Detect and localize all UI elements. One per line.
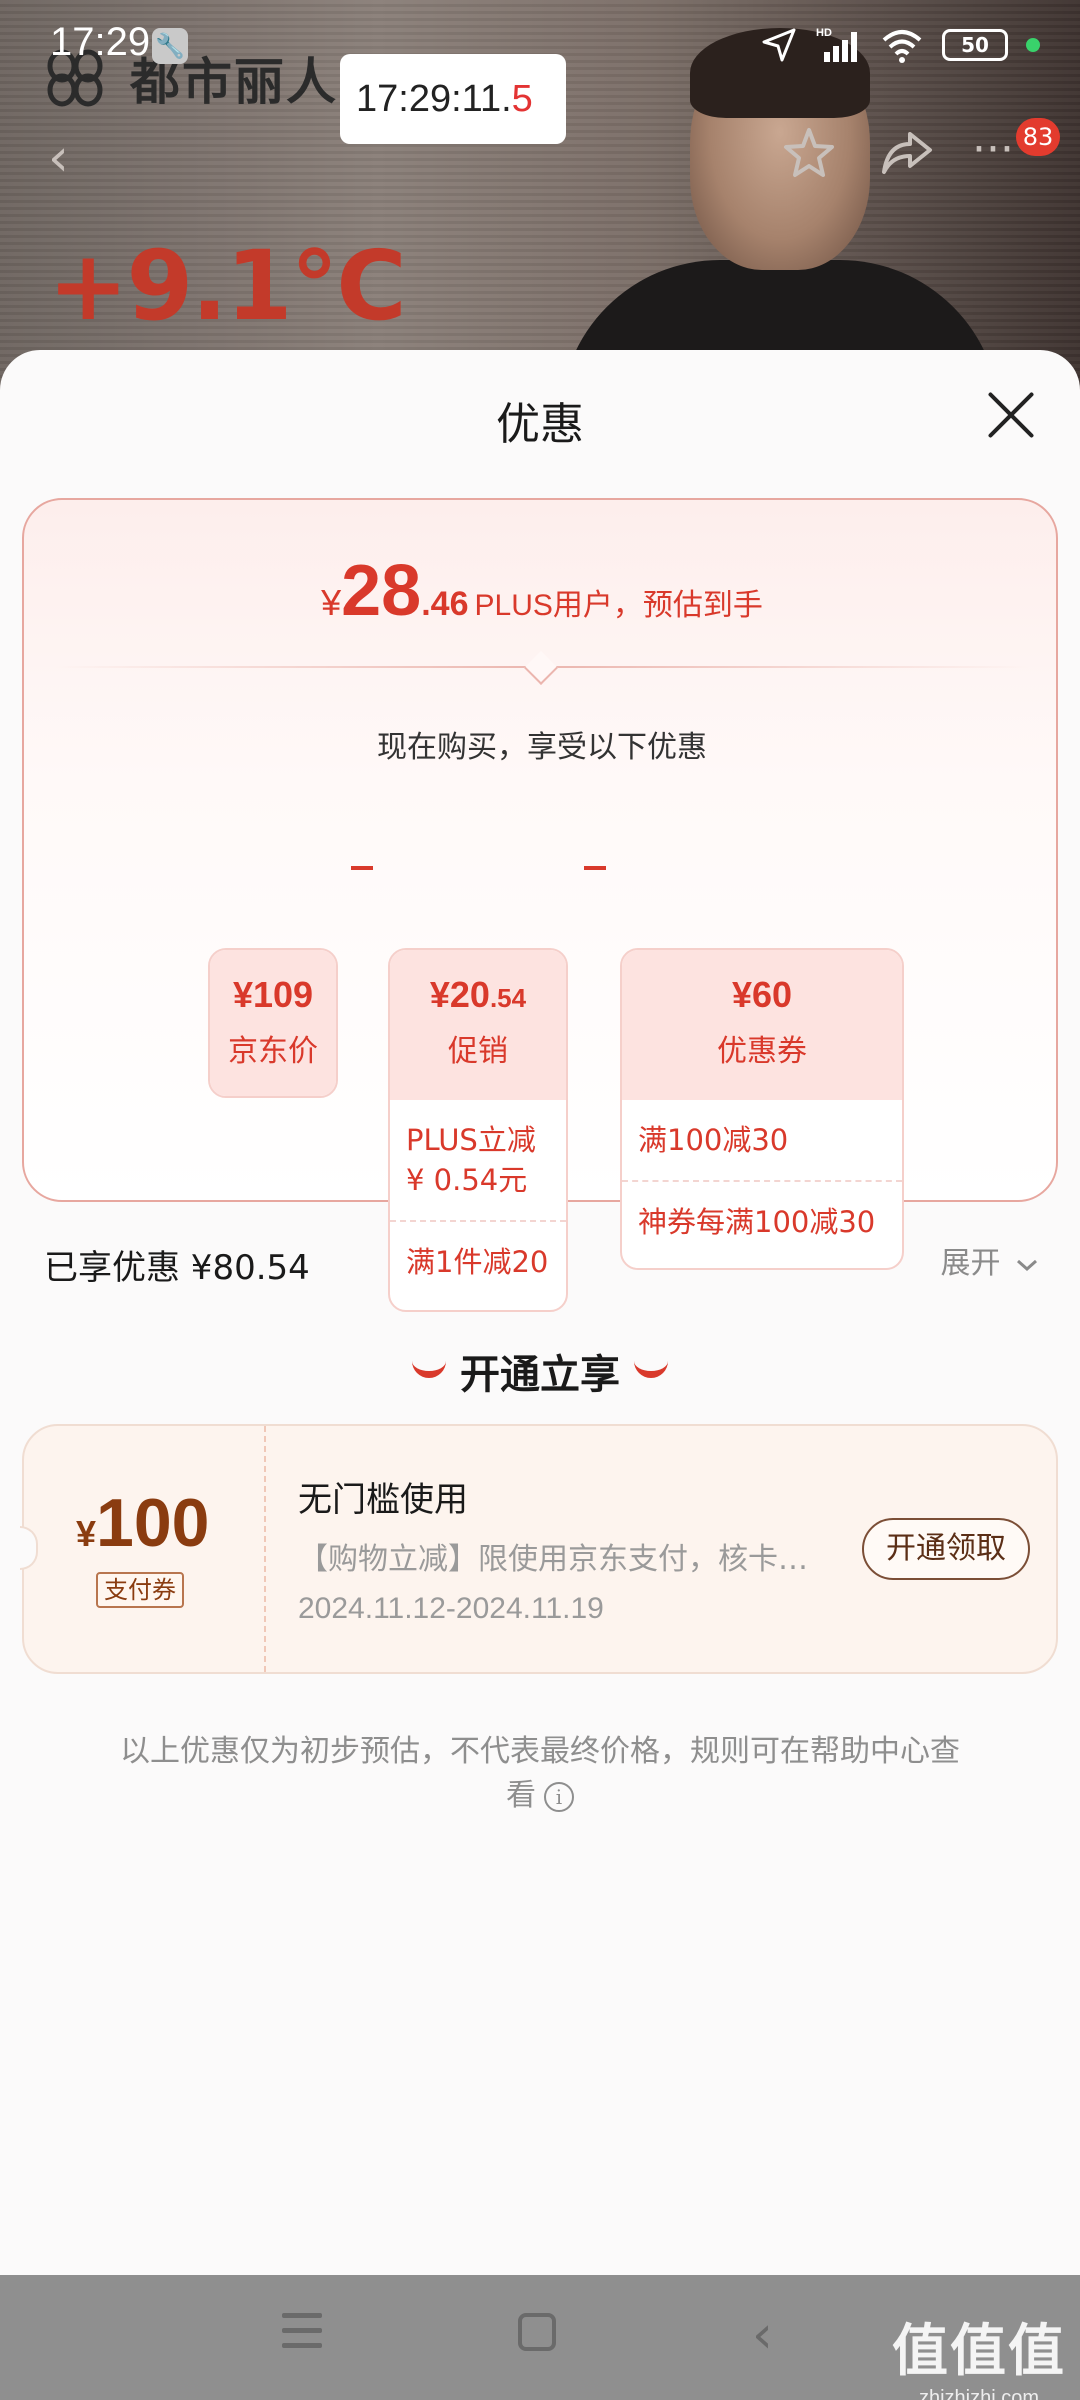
jd-price-box: ¥109 京东价: [208, 948, 338, 1098]
wrench-icon: 🔧: [152, 28, 188, 64]
status-time: 17:29: [50, 20, 151, 64]
system-back-button[interactable]: ‹: [752, 2305, 773, 2365]
more-menu-icon[interactable]: ···: [972, 124, 1014, 175]
watermark-url: zhizhizhi.com: [918, 2387, 1040, 2400]
activate-claim-button[interactable]: 开通领取: [862, 1518, 1030, 1580]
expand-label: 展开: [940, 1246, 1001, 1281]
expand-toggle[interactable]: 展开: [940, 1238, 1040, 1282]
time-overlay-main: 17:29:11.: [356, 78, 512, 120]
membership-coupon-card: ¥100 支付券 无门槛使用 【购物立减】限使用京东支付，核卡… 2024.11…: [20, 1424, 1058, 1674]
time-overlay: 17:29:11.5: [340, 54, 566, 144]
battery-indicator: 50: [942, 29, 1008, 61]
info-icon[interactable]: i: [544, 1781, 574, 1812]
promo-item: 满1件减20: [390, 1220, 566, 1302]
status-icons: HD 50: [760, 26, 1040, 64]
coupon-currency: ¥: [76, 1513, 97, 1554]
price-decimal: .46: [421, 585, 469, 623]
favorite-star-icon[interactable]: [780, 124, 838, 182]
time-overlay-tenths: 5: [511, 78, 533, 120]
estimate-card: ¥28.46 PLUS用户，预估到手 现在购买，享受以下优惠 ¥109 京东价 ¥…: [22, 498, 1060, 1312]
price-description: PLUS用户，预估到手: [474, 589, 763, 622]
smile-decoration-icon: [634, 1360, 668, 1378]
coupon-type-tag: 支付券: [96, 1572, 184, 1608]
coupon-head: ¥60 优惠券: [622, 950, 902, 1100]
share-icon[interactable]: [880, 128, 934, 178]
divider-notch: [524, 651, 558, 685]
coupon-label: 优惠券: [717, 1034, 807, 1069]
price-integer: 28: [341, 551, 422, 631]
jd-price-value: ¥109: [232, 974, 314, 1015]
sheet-title: 优惠: [496, 399, 584, 450]
discount-sheet: 优惠 ¥28.46 PLUS用户，预估到手 现在购买，享受以下优惠 ¥109 京东…: [0, 350, 1080, 2275]
enjoyed-discount-text: 已享优惠 ¥80.54: [44, 1248, 310, 1288]
privacy-indicator-dot: [1026, 38, 1040, 52]
promo-box: ¥20.54 促销 PLUS立减 ¥ 0.54元 满1件减20: [388, 948, 568, 1312]
back-arrow-icon[interactable]: ‹: [48, 128, 69, 188]
coupon-value: ¥60: [731, 974, 793, 1015]
promo-head: ¥20.54 促销: [390, 950, 566, 1100]
cell-signal-icon: HD: [816, 27, 857, 62]
estimated-price: ¥28.46 PLUS用户，预估到手: [24, 550, 1060, 632]
coupon-validity-date: 2024.11.12-2024.11.19: [298, 1592, 604, 1625]
home-button[interactable]: [518, 2313, 556, 2351]
coupon-amount: ¥100: [76, 1484, 210, 1562]
promo-item: PLUS立减 ¥ 0.54元: [406, 1123, 536, 1197]
disclaimer-text: 以上优惠仅为初步预估，不代表最终价格，规则可在帮助中心查看 i: [120, 1734, 960, 1813]
coupon-item: 满100减30: [638, 1123, 789, 1157]
temperature-text: +9.1℃: [48, 230, 407, 342]
recent-apps-button[interactable]: [282, 2313, 322, 2358]
message-count-badge: 83: [1016, 118, 1060, 156]
coupon-amount-value: 100: [96, 1485, 210, 1561]
watermark-logo: 值值值: [892, 2318, 1066, 2384]
coupon-description: 【购物立减】限使用京东支付，核卡…: [298, 1542, 808, 1577]
jd-price-label: 京东价: [228, 1034, 318, 1069]
open-section-title: 开通立享: [0, 1342, 1080, 1400]
site-watermark: 值值值 zhizhizhi.com: [892, 2306, 1066, 2400]
wifi-icon: [882, 30, 922, 63]
minus-sign: [351, 866, 373, 870]
minus-sign: [584, 866, 606, 870]
price-currency: ¥: [321, 582, 342, 623]
coupon-item: 神券每满100减30: [622, 1180, 902, 1262]
promo-value: ¥20.54: [429, 974, 527, 1015]
coupon-separator: [264, 1426, 266, 1672]
buy-now-title: 现在购买，享受以下优惠: [377, 730, 707, 765]
smile-decoration-icon: [412, 1360, 446, 1378]
close-button[interactable]: [984, 388, 1038, 442]
network-type-text: HD: [816, 27, 832, 39]
coupon-box: ¥60 优惠券 满100减30 神券每满100减30: [620, 948, 904, 1270]
jd-price-head: ¥109 京东价: [210, 950, 336, 1096]
location-arrow-icon: [762, 28, 796, 62]
promo-label: 促销: [448, 1034, 508, 1069]
chevron-down-icon: [1017, 1259, 1037, 1271]
coupon-notch: [20, 1526, 38, 1570]
coupon-title: 无门槛使用: [298, 1480, 468, 1520]
